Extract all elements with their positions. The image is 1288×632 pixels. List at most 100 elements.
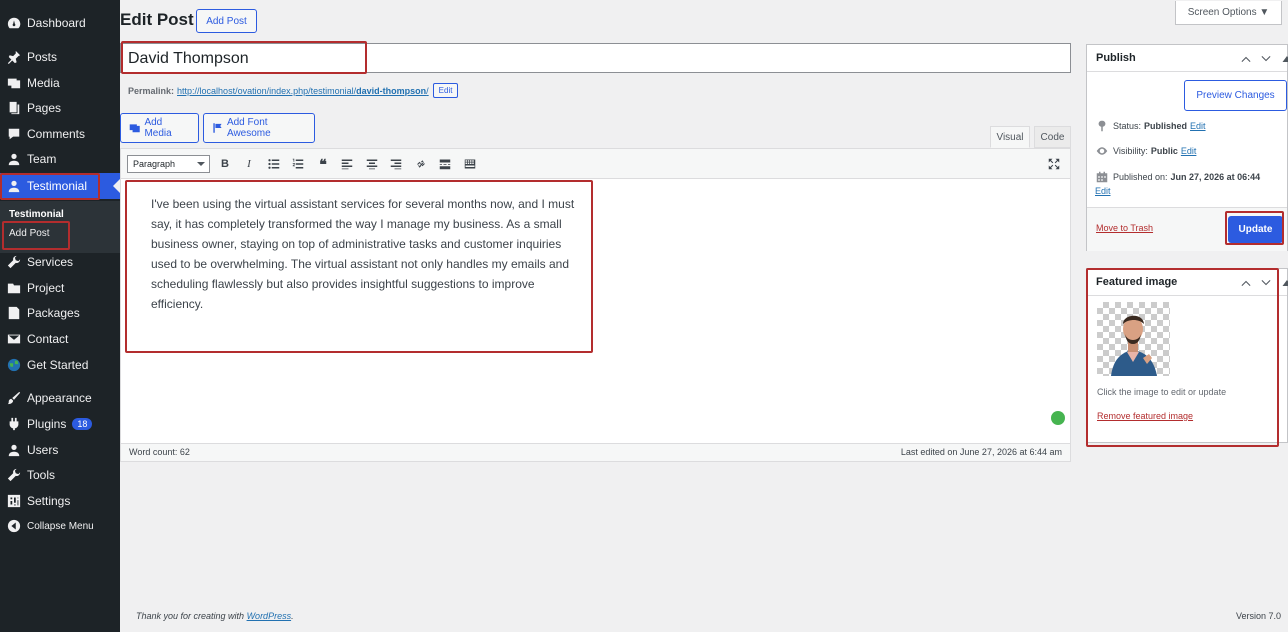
move-up-icon[interactable] xyxy=(1281,277,1288,289)
footer-version: Version 7.0 xyxy=(1235,611,1281,621)
sidebar-item-comments[interactable]: Comments xyxy=(0,121,120,147)
sidebar-item-label: Pages xyxy=(27,101,62,115)
sidebar-item-label: Comments xyxy=(27,127,86,141)
highlight-testimonial xyxy=(0,173,100,200)
read-more-icon[interactable] xyxy=(438,157,452,171)
highlight-add-post xyxy=(2,221,70,250)
footer-thanks: Thank you for creating with WordPress. xyxy=(136,611,294,621)
italic-icon[interactable]: I xyxy=(242,157,256,171)
sidebar-item-appearance[interactable]: Appearance xyxy=(0,385,120,411)
wordpress-link[interactable]: WordPress xyxy=(247,611,292,621)
sidebar-item-project[interactable]: Project xyxy=(0,275,120,301)
editor-toolbar: Paragraph B I ❝ xyxy=(121,149,1070,179)
sidebar-item-team[interactable]: Team xyxy=(0,146,120,172)
last-edited: Last edited on June 27, 2026 at 6:44 am xyxy=(900,447,1062,457)
folder-icon xyxy=(7,281,21,295)
sidebar-item-dashboard[interactable]: Dashboard xyxy=(0,10,120,36)
add-post-button[interactable]: Add Post xyxy=(196,9,257,33)
mail-icon xyxy=(7,332,21,346)
sidebar-item-label: Get Started xyxy=(27,358,89,372)
sidebar-item-users[interactable]: Users xyxy=(0,437,120,463)
sidebar-item-contact[interactable]: Contact xyxy=(0,326,120,352)
toolbar-toggle-icon[interactable] xyxy=(463,157,477,171)
permalink-edit-button[interactable]: Edit xyxy=(432,83,459,98)
preview-changes-button[interactable]: Preview Changes xyxy=(1184,80,1287,111)
collapse-icon xyxy=(7,519,21,533)
plugins-update-badge: 18 xyxy=(72,418,93,430)
publish-title: Publish xyxy=(1087,45,1287,72)
visibility-row: Visibility: Public Edit xyxy=(1096,145,1196,157)
fullscreen-icon[interactable] xyxy=(1047,157,1061,171)
align-center-icon[interactable] xyxy=(365,157,379,171)
sidebar-item-pages[interactable]: Pages xyxy=(0,95,120,121)
published-edit-link[interactable]: Edit xyxy=(1095,186,1111,196)
highlight-title xyxy=(121,41,367,74)
dashboard-icon xyxy=(7,16,21,30)
add-font-awesome-label: Add Font Awesome xyxy=(226,117,271,139)
highlight-update xyxy=(1225,211,1284,245)
move-up-icon[interactable] xyxy=(1281,53,1288,65)
chevron-up-icon[interactable] xyxy=(1240,53,1252,65)
tab-visual[interactable]: Visual xyxy=(990,126,1030,148)
sidebar-item-label: Tools xyxy=(27,468,56,482)
word-count: Word count: 62 xyxy=(129,447,190,457)
sidebar-item-label: Posts xyxy=(27,50,58,64)
user-icon xyxy=(7,443,21,457)
move-to-trash-link[interactable]: Move to Trash xyxy=(1096,223,1153,233)
submenu-title[interactable]: Testimonial xyxy=(9,209,64,220)
align-left-icon[interactable] xyxy=(340,157,354,171)
sidebar-item-label: Contact xyxy=(27,332,69,346)
published-value: Jun 27, 2026 at 06:44 xyxy=(1170,172,1261,182)
blockquote-icon[interactable]: ❝ xyxy=(316,156,330,172)
admin-sidebar: Dashboard Posts Media Pages Comments Tea… xyxy=(0,0,120,632)
grammar-bot-icon[interactable] xyxy=(1051,411,1065,425)
format-select[interactable]: Paragraph xyxy=(127,155,210,173)
comments-icon xyxy=(7,127,21,141)
sidebar-item-settings[interactable]: Settings xyxy=(0,488,120,514)
status-value: Published xyxy=(1144,121,1188,131)
status-row: Status: Published Edit xyxy=(1096,120,1206,132)
media-icon xyxy=(129,124,140,133)
pages-icon xyxy=(7,101,21,115)
settings-icon xyxy=(7,494,21,508)
numbered-list-icon[interactable] xyxy=(291,157,305,171)
permalink-base: http://localhost/ovation/index.php/testi… xyxy=(177,85,357,96)
sidebar-item-label: Appearance xyxy=(27,391,92,405)
wrench-icon xyxy=(7,255,21,269)
eye-icon xyxy=(1096,147,1108,155)
sidebar-item-get-started[interactable]: Get Started xyxy=(0,352,120,378)
collapse-menu-button[interactable]: Collapse Menu xyxy=(0,513,120,539)
sidebar-item-plugins[interactable]: Plugins 18 xyxy=(0,411,120,437)
sidebar-item-label: Packages xyxy=(27,306,80,320)
highlight-featured-image xyxy=(1086,268,1279,447)
sidebar-item-posts[interactable]: Posts xyxy=(0,44,120,70)
add-media-button[interactable]: Add Media xyxy=(120,113,199,143)
chevron-down-icon[interactable] xyxy=(1260,53,1272,65)
sidebar-item-label: Project xyxy=(27,281,65,295)
sidebar-item-packages[interactable]: Packages xyxy=(0,300,120,326)
sidebar-item-label: Plugins xyxy=(27,417,67,431)
permalink-end: / xyxy=(426,85,429,96)
permalink-row: Permalink: http://localhost/ovation/inde… xyxy=(128,83,459,98)
status-edit-link[interactable]: Edit xyxy=(1190,121,1206,131)
sidebar-item-label: Users xyxy=(27,443,59,457)
permalink-link[interactable]: http://localhost/ovation/index.php/testi… xyxy=(177,86,429,96)
sidebar-item-tools[interactable]: Tools xyxy=(0,462,120,488)
sidebar-item-media[interactable]: Media xyxy=(0,70,120,96)
calendar-icon xyxy=(1096,171,1108,183)
align-right-icon[interactable] xyxy=(389,157,403,171)
editor-status-bar: Word count: 62 Last edited on June 27, 2… xyxy=(121,443,1070,461)
pin-icon xyxy=(7,50,21,64)
media-icon xyxy=(7,76,21,90)
add-font-awesome-button[interactable]: Add Font Awesome xyxy=(203,113,315,143)
sidebar-item-services[interactable]: Services xyxy=(0,249,120,275)
link-icon[interactable] xyxy=(414,157,428,171)
tab-code[interactable]: Code xyxy=(1034,126,1071,148)
bold-icon[interactable]: B xyxy=(218,157,232,171)
screen-options-button[interactable]: Screen Options ▼ xyxy=(1175,1,1282,25)
bullet-list-icon[interactable] xyxy=(267,157,281,171)
published-row: Published on: Jun 27, 2026 at 06:44 xyxy=(1096,171,1260,183)
add-media-label: Add Media xyxy=(144,117,172,139)
visibility-edit-link[interactable]: Edit xyxy=(1181,146,1197,156)
sidebar-item-label: Collapse Menu xyxy=(27,520,94,532)
